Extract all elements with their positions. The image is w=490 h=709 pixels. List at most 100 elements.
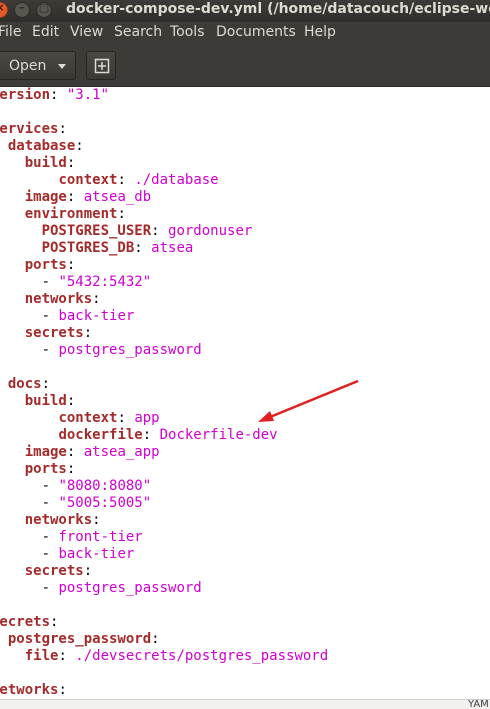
code-line: - "5432:5432" bbox=[0, 274, 152, 291]
menu-view[interactable]: View bbox=[70, 24, 103, 40]
yaml-key: networks bbox=[24, 291, 93, 307]
yaml-punct: : bbox=[151, 223, 169, 239]
language-mode[interactable]: YAM bbox=[468, 700, 489, 709]
yaml-punct: : bbox=[142, 427, 160, 443]
code-line: database: bbox=[0, 138, 84, 155]
code-line: - "5005:5005" bbox=[0, 495, 152, 512]
menu-tools[interactable]: Tools bbox=[170, 24, 205, 40]
yaml-punct: - bbox=[41, 529, 51, 545]
yaml-key: networks bbox=[24, 512, 93, 528]
code-line: context: ./database bbox=[0, 172, 219, 189]
yaml-value: postgres_password bbox=[58, 580, 202, 596]
yaml-punct: - bbox=[41, 308, 51, 324]
code-line: - postgres_password bbox=[0, 342, 202, 359]
open-button[interactable]: Open bbox=[0, 51, 76, 80]
code-line: networks: bbox=[0, 512, 101, 529]
title-bar: × – □ docker-compose-dev.yml (/home/data… bbox=[0, 0, 490, 22]
code-line: image: atsea_app bbox=[0, 444, 160, 461]
yaml-punct: - bbox=[41, 478, 51, 494]
yaml-punct bbox=[0, 512, 25, 528]
yaml-key: image bbox=[24, 189, 67, 205]
yaml-value: back-tier bbox=[58, 546, 135, 562]
yaml-punct: - bbox=[41, 495, 51, 511]
code-line: secrets: bbox=[0, 614, 58, 631]
code-line: postgres_password: bbox=[0, 631, 160, 648]
yaml-punct: : bbox=[83, 325, 93, 341]
maximize-icon: □ bbox=[38, 1, 50, 14]
yaml-punct: : bbox=[58, 648, 76, 664]
menu-documents[interactable]: Documents bbox=[216, 24, 296, 40]
yaml-key: database bbox=[7, 138, 76, 154]
yaml-value: "8080:8080" bbox=[58, 478, 152, 494]
yaml-punct: : bbox=[75, 138, 84, 154]
editor-window: × – □ docker-compose-dev.yml (/home/data… bbox=[0, 0, 490, 709]
yaml-key: secrets bbox=[24, 325, 84, 341]
yaml-key: POSTGRES_USER bbox=[41, 223, 152, 239]
status-bar: YAM bbox=[0, 699, 490, 709]
code-line: ports: bbox=[0, 461, 76, 478]
yaml-punct: : bbox=[66, 444, 84, 460]
maximize-window-button[interactable]: □ bbox=[36, 1, 52, 18]
menu-help[interactable]: Help bbox=[304, 24, 336, 40]
code-line: - front-tier bbox=[0, 529, 143, 546]
yaml-punct: : bbox=[58, 121, 67, 137]
code-line: services: bbox=[0, 121, 67, 138]
yaml-value: ./devsecrets/postgres_password bbox=[75, 648, 329, 664]
close-window-button[interactable]: × bbox=[0, 1, 8, 18]
text-editor[interactable]: version: "3.1" services: database: build:… bbox=[0, 87, 490, 699]
new-document-icon bbox=[94, 58, 110, 74]
code-line: - postgres_password bbox=[0, 580, 202, 597]
yaml-punct: : bbox=[41, 376, 51, 392]
code-line: secrets: bbox=[0, 563, 92, 580]
yaml-key: secrets bbox=[0, 614, 51, 630]
yaml-punct bbox=[0, 291, 25, 307]
yaml-punct bbox=[0, 155, 25, 171]
yaml-value: postgres_password bbox=[58, 342, 202, 358]
yaml-punct: - bbox=[41, 342, 51, 358]
yaml-punct bbox=[0, 240, 42, 256]
minimize-window-button[interactable]: – bbox=[14, 1, 30, 18]
code-line: - back-tier bbox=[0, 546, 135, 563]
yaml-value: back-tier bbox=[58, 308, 135, 324]
yaml-punct bbox=[0, 648, 25, 664]
yaml-punct bbox=[0, 189, 25, 205]
menu-file[interactable]: File bbox=[0, 24, 21, 40]
yaml-value: atsea_db bbox=[83, 189, 152, 205]
code-line: environment: bbox=[0, 206, 126, 223]
yaml-key: context bbox=[58, 410, 118, 426]
minimize-icon: – bbox=[19, 1, 25, 14]
yaml-key: docs bbox=[7, 376, 42, 392]
open-button-label: Open bbox=[9, 58, 47, 74]
yaml-punct: : bbox=[50, 614, 59, 630]
yaml-value: atsea bbox=[151, 240, 194, 256]
code-line: networks: bbox=[0, 291, 101, 308]
code-line: version: "3.1" bbox=[0, 87, 109, 104]
yaml-punct bbox=[0, 444, 25, 460]
yaml-punct bbox=[0, 257, 25, 273]
code-line: build: bbox=[0, 393, 76, 410]
code-line: context: app bbox=[0, 410, 159, 427]
yaml-key: file bbox=[24, 648, 59, 664]
yaml-value: "5432:5432" bbox=[58, 274, 152, 290]
yaml-key: image bbox=[24, 444, 67, 460]
code-line: - back-tier bbox=[0, 308, 135, 325]
code-line: POSTGRES_DB: atsea bbox=[0, 240, 194, 257]
new-document-button[interactable] bbox=[86, 51, 116, 80]
yaml-punct: : bbox=[66, 257, 76, 273]
yaml-key: secrets bbox=[24, 563, 84, 579]
yaml-key: context bbox=[58, 172, 118, 188]
menu-search[interactable]: Search bbox=[114, 24, 162, 40]
toolbar: Open bbox=[0, 43, 490, 87]
yaml-key: dockerfile bbox=[58, 427, 143, 443]
yaml-key: build bbox=[24, 155, 67, 171]
yaml-key: postgres_password bbox=[7, 631, 152, 647]
yaml-key: build bbox=[24, 393, 67, 409]
menu-bar: File Edit View Search Tools Documents He… bbox=[0, 22, 490, 43]
yaml-value: ./database bbox=[134, 172, 219, 188]
code-line: networks: bbox=[0, 682, 67, 699]
menu-edit[interactable]: Edit bbox=[32, 24, 59, 40]
code-line: image: atsea_db bbox=[0, 189, 151, 206]
yaml-value: gordonuser bbox=[168, 223, 253, 239]
yaml-key: services bbox=[0, 121, 59, 137]
code-line: secrets: bbox=[0, 325, 92, 342]
